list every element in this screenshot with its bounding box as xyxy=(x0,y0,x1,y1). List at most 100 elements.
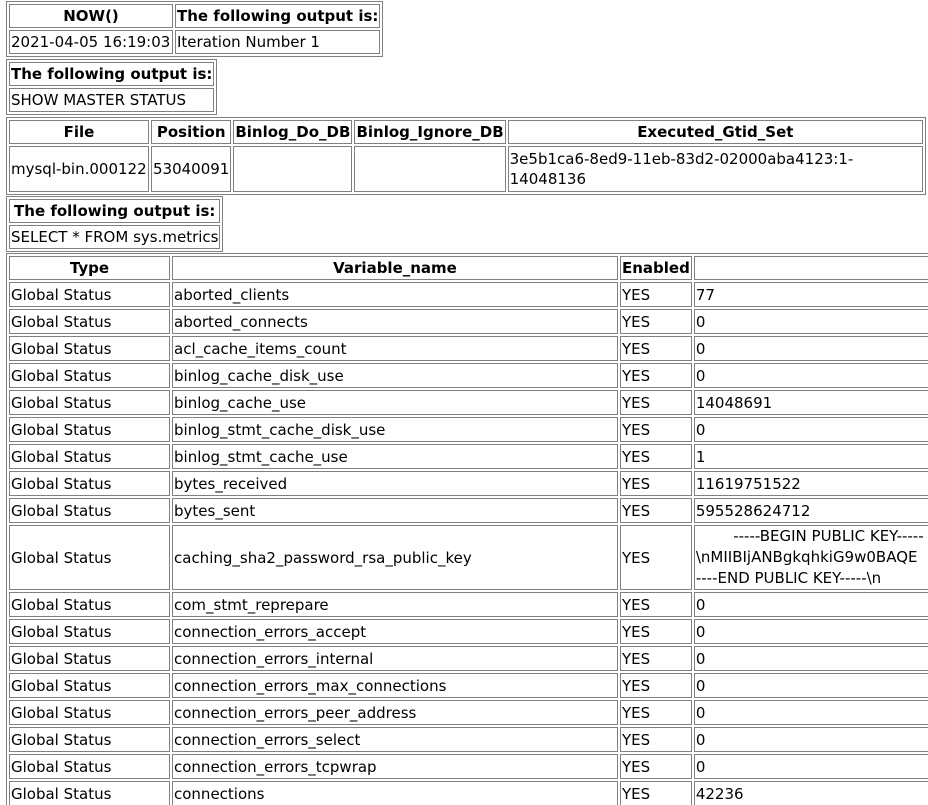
type-cell: Global Status xyxy=(9,673,170,698)
file-cell: mysql-bin.000122 xyxy=(9,146,149,192)
variable-name-cell: binlog_stmt_cache_disk_use xyxy=(172,417,618,442)
metrics-label-table: The following output is: SELECT * FROM s… xyxy=(6,196,224,252)
enabled-cell: YES xyxy=(620,471,692,496)
value-cell: 0 xyxy=(693,727,928,752)
variable-name-cell: binlog_stmt_cache_use xyxy=(172,444,618,469)
table-row: Global Status binlog_cache_disk_use YES 0 xyxy=(9,363,928,388)
value-cell: 0 xyxy=(693,417,928,442)
type-cell: Global Status xyxy=(9,471,170,496)
file-value: mysql-bin.000122 xyxy=(11,160,147,178)
variable-name-cell: connection_errors_peer_address xyxy=(172,700,618,725)
position-cell: 53040091 xyxy=(151,146,232,192)
value-cell: 1 xyxy=(693,444,928,469)
page: NOW() The following output is: 2021-04-0… xyxy=(0,0,928,805)
file-column-header: File xyxy=(9,120,149,144)
enabled-cell: YES xyxy=(620,781,692,805)
variable-name-cell: aborted_clients xyxy=(172,282,618,307)
binlog-ignore-db-column-header: Binlog_Ignore_DB xyxy=(354,120,506,144)
enabled-cell: YES xyxy=(620,417,692,442)
value-cell: 0 xyxy=(693,592,928,617)
variable-name-cell: caching_sha2_password_rsa_public_key xyxy=(172,525,618,590)
value-cell: 0 xyxy=(693,309,928,334)
iteration-label: Iteration Number 1 xyxy=(175,30,381,54)
value-cell: 0 xyxy=(693,646,928,671)
table-row: Global Status connections YES 42236 xyxy=(9,781,928,805)
variable-name-cell: binlog_cache_use xyxy=(172,390,618,415)
type-cell: Global Status xyxy=(9,646,170,671)
value-column-header xyxy=(693,256,928,280)
now-timestamp: 2021-04-05 16:19:03 xyxy=(9,30,173,54)
enabled-cell: YES xyxy=(620,700,692,725)
variable-name-cell: aborted_connects xyxy=(172,309,618,334)
value-cell: 595528624712 xyxy=(693,498,928,523)
binlog-do-db-cell xyxy=(233,146,353,192)
output-column-header: The following output is: xyxy=(175,4,381,28)
table-row: Global Status binlog_cache_use YES 14048691 xyxy=(9,390,928,415)
variable-name-cell: connection_errors_max_connections xyxy=(172,673,618,698)
type-cell: Global Status xyxy=(9,525,170,590)
variable-name-column-header: Variable_name xyxy=(172,256,618,280)
metrics-table: Type Variable_name Enabled Global Status… xyxy=(6,253,928,805)
now-column-header: NOW() xyxy=(9,4,173,28)
executed-gtid-set-value: 3e5b1ca6-8ed9-11eb-83d2-02000aba4123:1-1… xyxy=(509,150,854,188)
table-row: Global Status connection_errors_accept YES… xyxy=(9,619,928,644)
type-cell: Global Status xyxy=(9,498,170,523)
value-cell: 0 xyxy=(693,336,928,361)
query-text: SHOW MASTER STATUS xyxy=(9,88,215,112)
enabled-cell: YES xyxy=(620,727,692,752)
table-row: Global Status connection_errors_tcpwrap YE… xyxy=(9,754,928,779)
table-row: Global Status binlog_stmt_cache_use YES 1 xyxy=(9,444,928,469)
variable-name-cell: com_stmt_reprepare xyxy=(172,592,618,617)
table-row: mysql-bin.000122 53040091 3e5b1ca6-8ed9-… xyxy=(9,146,923,192)
type-cell: Global Status xyxy=(9,781,170,805)
value-cell: 14048691 xyxy=(693,390,928,415)
value-cell: 77 xyxy=(693,282,928,307)
type-cell: Global Status xyxy=(9,700,170,725)
public-key-line: -----BEGIN PUBLIC KEY----- xyxy=(733,527,924,545)
table-row: Global Status bytes_sent YES 595528624712 xyxy=(9,498,928,523)
type-cell: Global Status xyxy=(9,417,170,442)
type-cell: Global Status xyxy=(9,754,170,779)
variable-name-cell: connection_errors_tcpwrap xyxy=(172,754,618,779)
variable-name-cell: connections xyxy=(172,781,618,805)
enabled-cell: YES xyxy=(620,336,692,361)
enabled-cell: YES xyxy=(620,309,692,334)
query-text: SELECT * FROM sys.metrics xyxy=(9,225,221,249)
variable-name-cell: connection_errors_accept xyxy=(172,619,618,644)
executed-gtid-set-cell: 3e5b1ca6-8ed9-11eb-83d2-02000aba4123:1-1… xyxy=(507,146,923,192)
table-row: SHOW MASTER STATUS xyxy=(9,88,215,112)
output-column-header: The following output is: xyxy=(9,199,221,223)
type-cell: Global Status xyxy=(9,309,170,334)
value-cell: 42236 xyxy=(693,781,928,805)
table-row: Global Status connection_errors_peer_addr… xyxy=(9,700,928,725)
binlog-ignore-db-cell xyxy=(354,146,506,192)
variable-name-cell: acl_cache_items_count xyxy=(172,336,618,361)
value-cell: 0 xyxy=(693,363,928,388)
value-cell: 0 xyxy=(693,619,928,644)
enabled-column-header: Enabled xyxy=(620,256,692,280)
now-table: NOW() The following output is: 2021-04-0… xyxy=(6,1,384,57)
table-row: Global Status aborted_clients YES 77 xyxy=(9,282,928,307)
enabled-cell: YES xyxy=(620,592,692,617)
value-cell: 0 xyxy=(693,754,928,779)
binlog-do-db-column-header: Binlog_Do_DB xyxy=(233,120,353,144)
metrics-table-body: Global Status aborted_clients YES 77 Global … xyxy=(9,282,928,805)
table-row: SELECT * FROM sys.metrics xyxy=(9,225,221,249)
enabled-cell: YES xyxy=(620,390,692,415)
enabled-cell: YES xyxy=(620,282,692,307)
table-row: Global Status acl_cache_items_count YES 0 xyxy=(9,336,928,361)
table-row: Global Status com_stmt_reprepare YES 0 xyxy=(9,592,928,617)
variable-name-cell: binlog_cache_disk_use xyxy=(172,363,618,388)
variable-name-cell: connection_errors_internal xyxy=(172,646,618,671)
table-row: Global Status connection_errors_internal Y… xyxy=(9,646,928,671)
table-row: Global Status bytes_received YES 1161975152… xyxy=(9,471,928,496)
value-cell: 11619751522 xyxy=(693,471,928,496)
type-cell: Global Status xyxy=(9,363,170,388)
position-column-header: Position xyxy=(151,120,232,144)
type-cell: Global Status xyxy=(9,727,170,752)
table-row: 2021-04-05 16:19:03 Iteration Number 1 xyxy=(9,30,381,54)
table-row: Global Status aborted_connects YES 0 xyxy=(9,309,928,334)
variable-name-cell: bytes_received xyxy=(172,471,618,496)
variable-name-cell: bytes_sent xyxy=(172,498,618,523)
variable-name-cell: connection_errors_select xyxy=(172,727,618,752)
